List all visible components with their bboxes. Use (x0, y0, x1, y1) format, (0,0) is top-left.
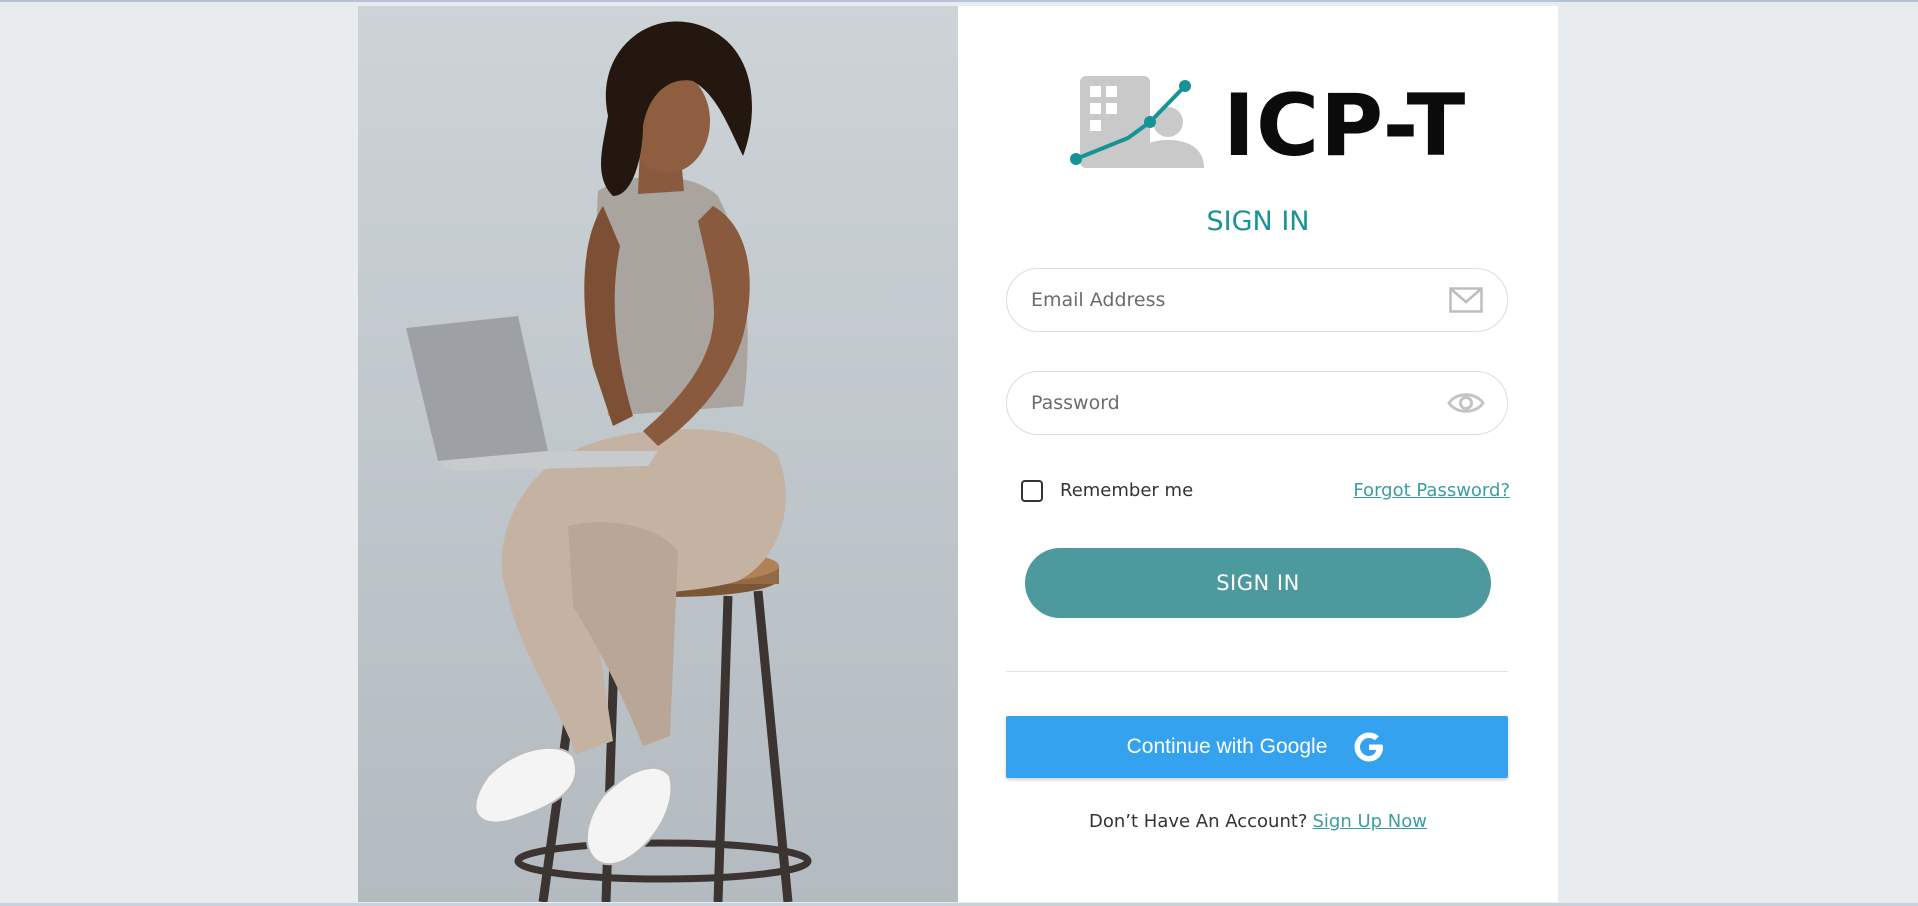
google-g-icon (1354, 732, 1384, 762)
password-input[interactable] (1031, 372, 1431, 434)
google-signin-label: Continue with Google (1126, 735, 1328, 758)
google-signin-button[interactable]: Continue with Google (1006, 716, 1508, 778)
envelope-icon (1449, 287, 1483, 318)
signin-button[interactable]: SIGN IN (1025, 548, 1491, 618)
divider (1006, 671, 1508, 672)
hero-photo (358, 6, 958, 902)
signup-link[interactable]: Sign Up Now (1312, 811, 1427, 832)
login-card: ICP-T SIGN IN Remember me Forgot Pass (358, 6, 1558, 902)
signup-prompt-line: Don’t Have An Account? Sign Up Now (958, 810, 1558, 834)
remember-me-label: Remember me (1060, 480, 1194, 501)
password-field[interactable] (1006, 371, 1508, 435)
browser-top-border (0, 0, 1918, 2)
eye-icon[interactable] (1447, 388, 1485, 423)
signin-title: SIGN IN (1206, 206, 1310, 237)
remember-me-checkbox[interactable] (1021, 480, 1043, 502)
woman-with-laptop-illustration (358, 6, 958, 902)
signin-panel: ICP-T SIGN IN Remember me Forgot Pass (958, 6, 1558, 902)
signup-prompt: Don’t Have An Account? (1089, 811, 1308, 832)
brand-name: ICP-T (1223, 76, 1467, 176)
email-input[interactable] (1031, 269, 1431, 331)
forgot-password-link[interactable]: Forgot Password? (1353, 479, 1510, 503)
email-field[interactable] (1006, 268, 1508, 332)
